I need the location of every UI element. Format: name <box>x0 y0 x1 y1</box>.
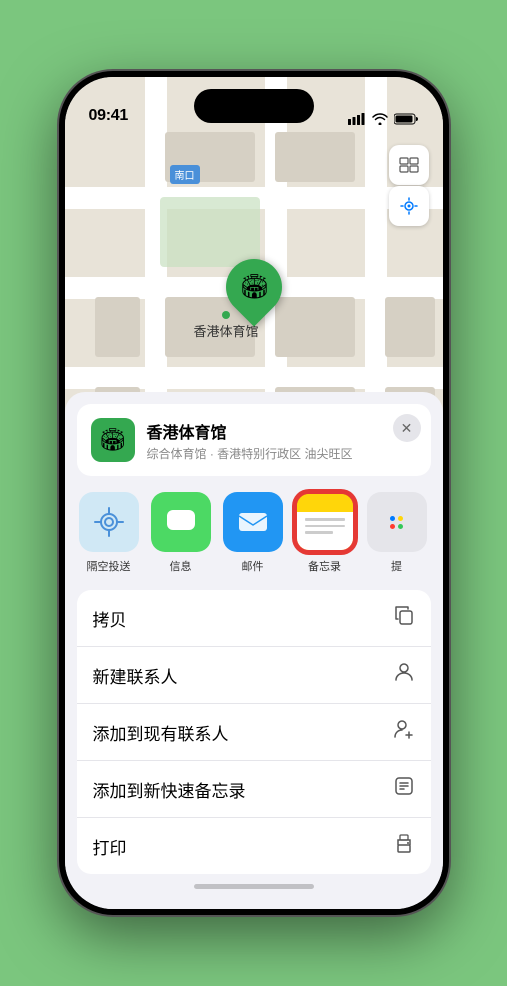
signal-icon <box>348 113 366 125</box>
home-indicator <box>194 884 314 889</box>
message-icon-box <box>151 492 211 552</box>
airdrop-icon-box <box>79 492 139 552</box>
more-label: 提 <box>391 558 402 574</box>
venue-card: 🏟 香港体育馆 综合体育馆 · 香港特别行政区 油尖旺区 ✕ <box>77 404 431 476</box>
action-add-existing-label: 添加到现有联系人 <box>93 720 229 745</box>
share-row: 隔空投送 信息 <box>65 476 443 582</box>
location-marker: 🏟 香港体育馆 <box>194 247 259 340</box>
location-button[interactable] <box>389 186 429 226</box>
venue-icon: 🏟 <box>91 418 135 462</box>
mail-label: 邮件 <box>242 558 264 574</box>
action-new-contact[interactable]: 新建联系人 <box>77 647 431 704</box>
action-copy-label: 拷贝 <box>93 606 127 631</box>
share-item-notes[interactable]: 备忘录 <box>295 492 355 574</box>
wifi-icon <box>372 113 388 125</box>
dynamic-island <box>194 89 314 123</box>
marker-label: 香港体育馆 <box>194 321 259 340</box>
status-time: 09:41 <box>89 107 128 125</box>
venue-subtitle: 综合体育馆 · 香港特别行政区 油尖旺区 <box>147 445 417 462</box>
mail-icon-box <box>223 492 283 552</box>
copy-icon <box>393 604 415 632</box>
person-icon <box>393 661 415 689</box>
map-controls <box>389 145 429 226</box>
venue-name: 香港体育馆 <box>147 419 417 443</box>
person-add-icon <box>393 718 415 746</box>
action-print-label: 打印 <box>93 834 127 859</box>
action-quick-note[interactable]: 添加到新快速备忘录 <box>77 761 431 818</box>
note-icon <box>393 775 415 803</box>
battery-icon <box>394 113 419 125</box>
notes-label: 备忘录 <box>308 558 341 574</box>
status-icons <box>348 113 419 125</box>
notes-icon-box <box>295 492 355 552</box>
action-rows: 拷贝 新建联系人 <box>77 590 431 874</box>
venue-emoji: 🏟 <box>99 427 127 453</box>
venue-info: 香港体育馆 综合体育馆 · 香港特别行政区 油尖旺区 <box>147 419 417 462</box>
share-item-mail[interactable]: 邮件 <box>223 492 283 574</box>
map-label-tag: 南口 <box>170 165 200 184</box>
action-print[interactable]: 打印 <box>77 818 431 874</box>
phone-frame: 09:41 <box>59 71 449 915</box>
airdrop-label: 隔空投送 <box>87 558 131 574</box>
action-new-contact-label: 新建联系人 <box>93 663 178 688</box>
map-type-button[interactable] <box>389 145 429 185</box>
message-label: 信息 <box>170 558 192 574</box>
close-button[interactable]: ✕ <box>393 414 421 442</box>
share-item-more[interactable]: 提 <box>367 492 427 574</box>
print-icon <box>393 832 415 860</box>
action-quick-note-label: 添加到新快速备忘录 <box>93 777 246 802</box>
share-item-airdrop[interactable]: 隔空投送 <box>79 492 139 574</box>
action-copy[interactable]: 拷贝 <box>77 590 431 647</box>
share-item-message[interactable]: 信息 <box>151 492 211 574</box>
bottom-sheet: 🏟 香港体育馆 综合体育馆 · 香港特别行政区 油尖旺区 ✕ <box>65 392 443 909</box>
phone-screen: 09:41 <box>65 77 443 909</box>
more-icon-box <box>367 492 427 552</box>
action-add-existing[interactable]: 添加到现有联系人 <box>77 704 431 761</box>
